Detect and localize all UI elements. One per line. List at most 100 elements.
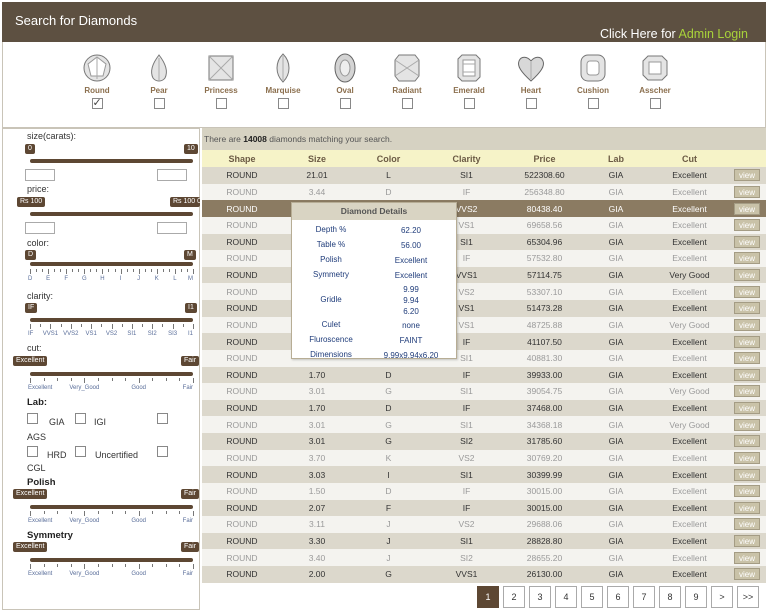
symmetry-slider-track[interactable]	[30, 558, 193, 562]
view-button[interactable]: view	[734, 551, 760, 564]
table-row[interactable]: ROUND 3.01 G SI2 31785.60 GIA Excellent view	[202, 433, 766, 450]
table-row[interactable]: ROUND VS1 69658.56 GIA Excellent view	[202, 216, 766, 234]
round-diamond-icon[interactable]	[81, 52, 113, 84]
table-row[interactable]: ROUND 3.70 K VS2 30769.20 GIA Excellent view	[202, 449, 766, 467]
cut-slider-track[interactable]	[30, 372, 193, 376]
page-button-6[interactable]: 6	[607, 586, 629, 608]
shape-checkbox-princess[interactable]	[215, 98, 227, 109]
lab-uncertified-checkbox[interactable]	[75, 446, 86, 457]
shape-option-pear[interactable]: Pear	[129, 52, 189, 109]
shape-option-asscher[interactable]: Asscher	[625, 52, 685, 109]
view-button[interactable]: view	[734, 252, 760, 265]
table-row[interactable]: ROUND VS1 51473.28 GIA Excellent view	[202, 300, 766, 317]
view-button[interactable]: view	[734, 235, 760, 248]
asscher-diamond-icon[interactable]	[639, 52, 671, 84]
lab-igi-checkbox[interactable]	[75, 413, 86, 424]
table-row[interactable]: ROUND 21.01 L SI1 522308.60 GIA Excellent view	[202, 167, 766, 184]
size-max-handle[interactable]: 10	[184, 144, 198, 154]
view-button[interactable]: view	[734, 185, 760, 198]
shape-checkbox-pear[interactable]	[153, 98, 165, 109]
view-button[interactable]: view	[734, 169, 760, 182]
table-row[interactable]: ROUND 3.01 G SI1 39054.75 GIA Very Good view	[202, 383, 766, 400]
lab-ags-checkbox[interactable]	[157, 413, 168, 424]
view-button[interactable]: view	[734, 418, 760, 431]
shape-option-heart[interactable]: Heart	[501, 52, 561, 109]
admin-login-link[interactable]: Admin Login	[679, 27, 749, 41]
price-slider-track[interactable]	[30, 212, 193, 216]
table-row[interactable]: ROUND VS2 53307.10 GIA Excellent view	[202, 283, 766, 300]
shape-option-radiant[interactable]: Radiant	[377, 52, 437, 109]
last-page-button[interactable]: >>	[737, 586, 759, 608]
polish-max-handle[interactable]: Fair	[181, 489, 200, 499]
shape-checkbox-radiant[interactable]	[401, 98, 413, 109]
page-button-7[interactable]: 7	[633, 586, 655, 608]
shape-checkbox-marquise[interactable]	[277, 98, 289, 109]
price-max-handle[interactable]: Rs 100 0	[170, 197, 200, 207]
table-row[interactable]: ROUND 3.11 J VS2 29688.06 GIA Excellent view	[202, 516, 766, 533]
column-header-clarity[interactable]: Clarity	[425, 150, 508, 167]
table-row[interactable]: ROUND 1.70 D IF 37468.00 GIA Excellent view	[202, 399, 766, 417]
shape-option-princess[interactable]: Princess	[191, 52, 251, 109]
symmetry-max-handle[interactable]: Fair	[181, 542, 200, 552]
view-button[interactable]: view	[734, 402, 760, 415]
oval-diamond-icon[interactable]	[329, 52, 361, 84]
marquise-diamond-icon[interactable]	[267, 52, 299, 84]
view-button[interactable]: view	[734, 535, 760, 548]
pear-diamond-icon[interactable]	[143, 52, 175, 84]
symmetry-min-handle[interactable]: Excellent	[13, 542, 48, 552]
polish-slider-track[interactable]	[30, 505, 193, 509]
table-row[interactable]: ROUND 3.03 I SI1 30399.99 GIA Excellent view	[202, 466, 766, 483]
lab-cgl-checkbox[interactable]	[157, 446, 168, 457]
shape-checkbox-heart[interactable]	[525, 98, 537, 109]
view-button[interactable]: view	[734, 485, 760, 498]
price-min-input[interactable]	[25, 222, 55, 234]
color-max-handle[interactable]: M	[184, 250, 196, 260]
table-row[interactable]: ROUND 3.40 J SI2 28655.20 GIA Excellent view	[202, 549, 766, 566]
view-button[interactable]: view	[734, 435, 760, 448]
heart-diamond-icon[interactable]	[515, 52, 547, 84]
shape-option-oval[interactable]: Oval	[315, 52, 375, 109]
view-button[interactable]: view	[734, 501, 760, 514]
shape-checkbox-cushion[interactable]	[587, 98, 599, 109]
view-button[interactable]: view	[734, 202, 760, 215]
emerald-diamond-icon[interactable]	[453, 52, 485, 84]
size-min-handle[interactable]: 0	[25, 144, 35, 154]
page-button-9[interactable]: 9	[685, 586, 707, 608]
page-button-4[interactable]: 4	[555, 586, 577, 608]
table-row[interactable]: ROUND SI1 65304.96 GIA Excellent view	[202, 233, 766, 251]
price-min-handle[interactable]: Rs 100	[17, 197, 46, 207]
table-row[interactable]: ROUND 2.07 F IF 30015.00 GIA Excellent view	[202, 499, 766, 517]
radiant-diamond-icon[interactable]	[391, 52, 423, 84]
shape-checkbox-emerald[interactable]	[463, 98, 475, 109]
clarity-slider-track[interactable]	[30, 318, 193, 322]
table-row[interactable]: ROUND 3.30 J SI1 28828.80 GIA Excellent view	[202, 532, 766, 550]
clarity-max-handle[interactable]: I1	[185, 303, 197, 313]
view-button[interactable]: view	[734, 352, 760, 365]
page-button-2[interactable]: 2	[503, 586, 525, 608]
column-header-size[interactable]: Size	[282, 150, 352, 167]
shape-option-round[interactable]: Round	[67, 52, 127, 109]
column-header-shape[interactable]: Shape	[202, 150, 282, 167]
view-button[interactable]: view	[734, 385, 760, 398]
view-button[interactable]: view	[734, 468, 760, 481]
table-row[interactable]: ROUND 3.01 G SI1 34368.18 GIA Very Good view	[202, 416, 766, 433]
shape-checkbox-asscher[interactable]	[649, 98, 661, 109]
price-max-input[interactable]	[157, 222, 187, 234]
view-button[interactable]: view	[734, 451, 760, 464]
size-slider-track[interactable]	[30, 159, 193, 163]
princess-diamond-icon[interactable]	[205, 52, 237, 84]
view-button[interactable]: view	[734, 368, 760, 381]
next-page-button[interactable]: >	[711, 586, 733, 608]
clarity-min-handle[interactable]: IF	[25, 303, 38, 313]
size-max-input[interactable]	[157, 169, 187, 181]
table-row[interactable]: ROUND VS1 48725.88 GIA Very Good view	[202, 316, 766, 334]
polish-min-handle[interactable]: Excellent	[13, 489, 48, 499]
table-row[interactable]: ROUND IF 57532.80 GIA Excellent view	[202, 250, 766, 267]
page-button-3[interactable]: 3	[529, 586, 551, 608]
column-header-lab[interactable]: Lab	[581, 150, 651, 167]
view-button[interactable]: view	[734, 285, 760, 298]
cushion-diamond-icon[interactable]	[577, 52, 609, 84]
cut-max-handle[interactable]: Fair	[181, 356, 200, 366]
shape-option-cushion[interactable]: Cushion	[563, 52, 623, 109]
table-row[interactable]: ROUND 3.44 D IF 256348.80 GIA Excellent view	[202, 183, 766, 201]
